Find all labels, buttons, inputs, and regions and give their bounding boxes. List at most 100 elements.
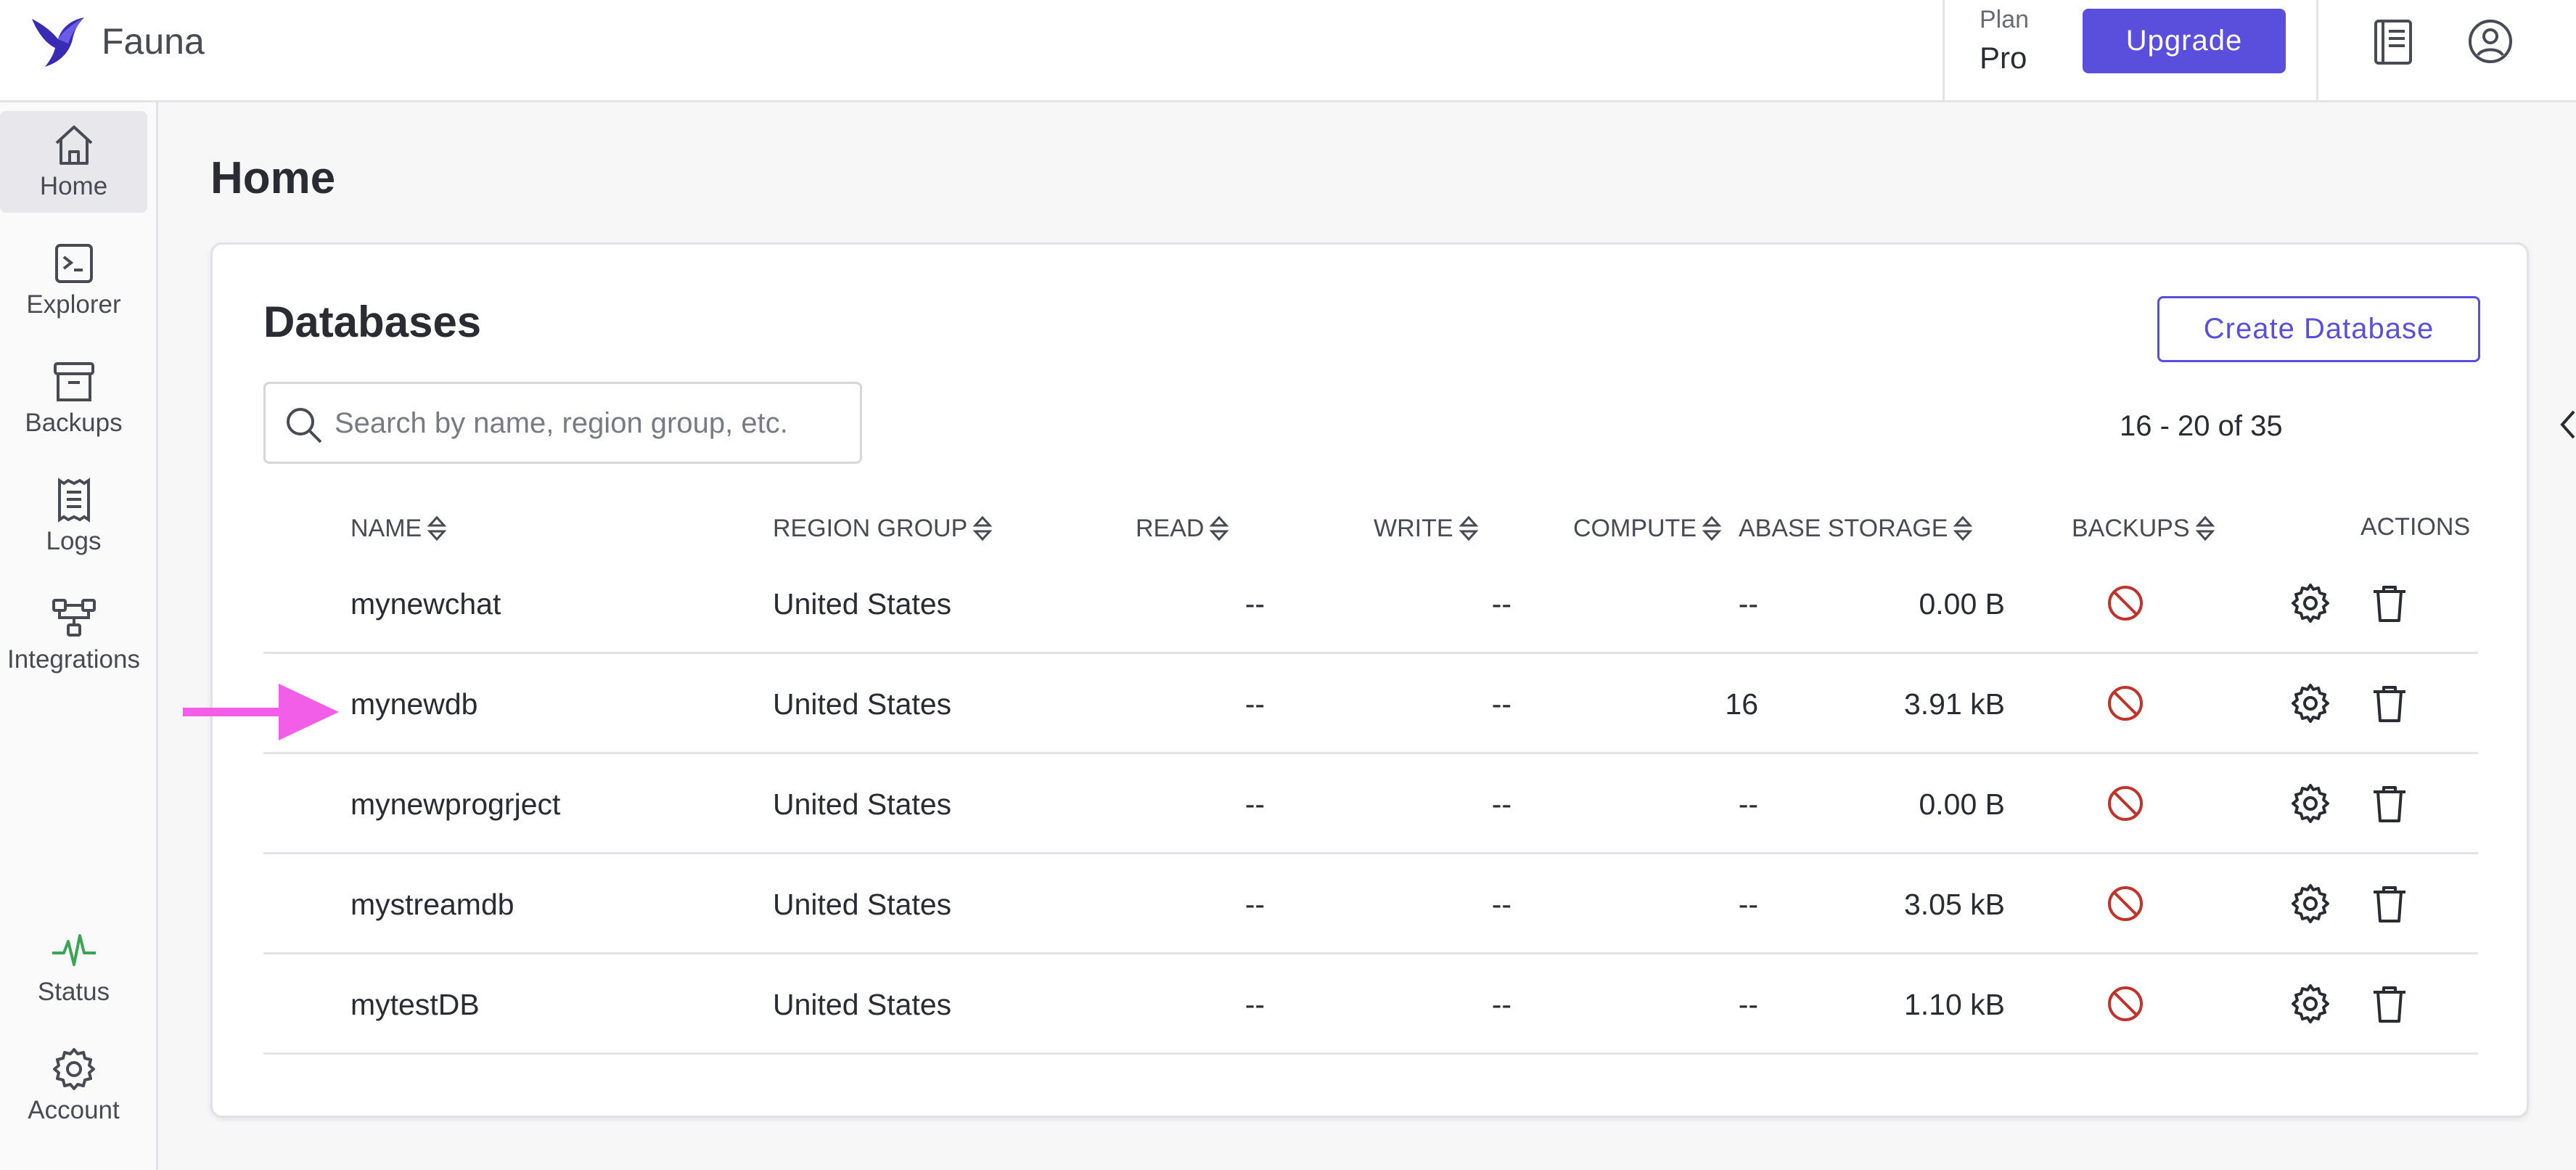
- trash-icon[interactable]: [2369, 883, 2410, 924]
- cell-region: United States: [773, 787, 952, 821]
- cell-region: United States: [773, 687, 952, 721]
- column-header-compute[interactable]: COMPUTE: [1573, 513, 1723, 544]
- cell-compute: --: [1738, 887, 1758, 921]
- table-row[interactable]: mytestDB United States -- -- -- 1.10 kB: [263, 954, 2478, 1055]
- sidebar-item-backups[interactable]: Backups: [0, 348, 147, 449]
- cell-write: --: [1491, 987, 1511, 1021]
- table-row[interactable]: mynewchat United States -- -- -- 0.00 B: [263, 554, 2478, 654]
- search-input[interactable]: [335, 397, 842, 449]
- sidebar-item-label: Backups: [25, 409, 123, 437]
- archive-icon: [53, 362, 94, 401]
- column-header-read[interactable]: READ: [1136, 513, 1230, 544]
- sidebar-item-label: Integrations: [7, 645, 140, 674]
- gear-icon: [52, 1048, 95, 1090]
- sidebar-item-explorer[interactable]: Explorer: [0, 229, 147, 331]
- cell-write: --: [1491, 586, 1511, 621]
- cell-write: --: [1491, 687, 1511, 721]
- cell-write: --: [1491, 787, 1511, 821]
- column-header-backups[interactable]: BACKUPS: [2072, 513, 2216, 544]
- settings-gear-icon[interactable]: [2290, 983, 2331, 1024]
- upgrade-button[interactable]: Upgrade: [2083, 9, 2286, 73]
- integrations-icon: [52, 599, 96, 637]
- cell-compute: --: [1738, 987, 1758, 1021]
- trash-icon[interactable]: [2369, 783, 2410, 824]
- sort-icon: [1459, 515, 1478, 541]
- sort-icon: [1210, 515, 1229, 541]
- plan-value: Pro: [1980, 41, 2027, 75]
- cell-read: --: [1244, 687, 1265, 721]
- sort-icon: [427, 515, 447, 541]
- backups-disabled-icon: [2108, 586, 2143, 621]
- column-header-storage[interactable]: ABASE STORAGE: [1739, 513, 1974, 544]
- cell-storage: 3.91 kB: [1903, 687, 2005, 721]
- databases-card: Databases Create Database 16 - 20 of 35 …: [210, 242, 2575, 1118]
- cell-read: --: [1244, 887, 1265, 921]
- annotation-arrow-icon: [183, 684, 339, 740]
- user-icon[interactable]: [2467, 18, 2514, 65]
- backups-disabled-icon: [2108, 886, 2143, 921]
- settings-gear-icon[interactable]: [2290, 783, 2331, 824]
- sidebar-item-label: Logs: [46, 527, 102, 555]
- sidebar-item-home[interactable]: Home: [0, 111, 147, 213]
- cell-name[interactable]: mystreamdb: [350, 854, 514, 954]
- cell-read: --: [1244, 586, 1265, 621]
- cell-region: United States: [773, 987, 952, 1021]
- sidebar-item-integrations[interactable]: Integrations: [0, 584, 147, 686]
- sidebar: Home Explorer Backups Logs Integrations …: [0, 102, 158, 1170]
- cell-region: United States: [773, 887, 952, 921]
- plan-area: Plan Pro Upgrade: [1943, 0, 2318, 102]
- settings-gear-icon[interactable]: [2290, 583, 2331, 623]
- cell-region: United States: [773, 586, 952, 621]
- sort-icon: [1953, 515, 1973, 541]
- page-title: Home: [210, 153, 336, 203]
- cell-compute: 16: [1725, 687, 1758, 721]
- create-database-button[interactable]: Create Database: [2157, 296, 2480, 362]
- cell-name[interactable]: mynewprogrject: [350, 754, 560, 854]
- settings-gear-icon[interactable]: [2290, 683, 2331, 724]
- cell-compute: --: [1738, 586, 1758, 621]
- sidebar-item-label: Home: [39, 172, 108, 200]
- chevron-left-icon[interactable]: [2549, 404, 2576, 445]
- settings-gear-icon[interactable]: [2290, 883, 2331, 924]
- table-header: NAME REGION GROUP READ WRITE COMPUTE ABA…: [213, 513, 2531, 557]
- cell-storage: 0.00 B: [1919, 787, 2005, 821]
- cell-write: --: [1491, 887, 1511, 921]
- fauna-bird-icon: [32, 17, 84, 67]
- sidebar-item-logs[interactable]: Logs: [0, 466, 147, 568]
- sort-icon: [2195, 515, 2215, 541]
- top-bar: Fauna Plan Pro Upgrade: [0, 0, 2576, 102]
- trash-icon[interactable]: [2369, 583, 2410, 623]
- table-row[interactable]: mystreamdb United States -- -- -- 3.05 k…: [263, 854, 2478, 954]
- cell-name[interactable]: mytestDB: [350, 954, 480, 1055]
- pagination-label: 16 - 20 of 35: [2120, 410, 2283, 442]
- app-name: Fauna: [102, 21, 205, 62]
- sort-icon: [1702, 515, 1722, 541]
- sidebar-item-account[interactable]: Account: [0, 1035, 147, 1137]
- logo[interactable]: Fauna: [30, 15, 205, 68]
- column-header-name[interactable]: NAME: [350, 513, 448, 544]
- backups-disabled-icon: [2108, 686, 2143, 721]
- home-icon: [55, 126, 92, 165]
- cell-name[interactable]: mynewdb: [350, 654, 477, 754]
- trash-icon[interactable]: [2369, 683, 2410, 724]
- databases-title: Databases: [263, 298, 482, 346]
- receipt-icon: [57, 478, 90, 523]
- search-field[interactable]: [263, 382, 862, 464]
- cell-storage: 0.00 B: [1919, 586, 2005, 621]
- sidebar-item-label: Account: [28, 1096, 120, 1124]
- column-header-region[interactable]: REGION GROUP: [773, 513, 993, 544]
- table-row[interactable]: mynewprogrject United States -- -- -- 0.…: [263, 754, 2478, 854]
- column-header-write[interactable]: WRITE: [1374, 513, 1480, 544]
- docs-icon[interactable]: [2371, 18, 2415, 66]
- trash-icon[interactable]: [2369, 983, 2410, 1024]
- cell-storage: 3.05 kB: [1903, 887, 2005, 921]
- table-row[interactable]: mynewdb United States -- -- 16 3.91 kB: [263, 654, 2478, 754]
- cell-name[interactable]: mynewchat: [350, 554, 501, 654]
- cell-storage: 1.10 kB: [1903, 987, 2005, 1021]
- search-icon: [287, 408, 322, 443]
- sidebar-item-status[interactable]: Status: [0, 917, 147, 1018]
- plan-label: Plan: [1980, 6, 2030, 33]
- cell-compute: --: [1738, 787, 1758, 821]
- column-header-actions: ACTIONS: [2360, 513, 2471, 541]
- pulse-icon: [52, 934, 96, 966]
